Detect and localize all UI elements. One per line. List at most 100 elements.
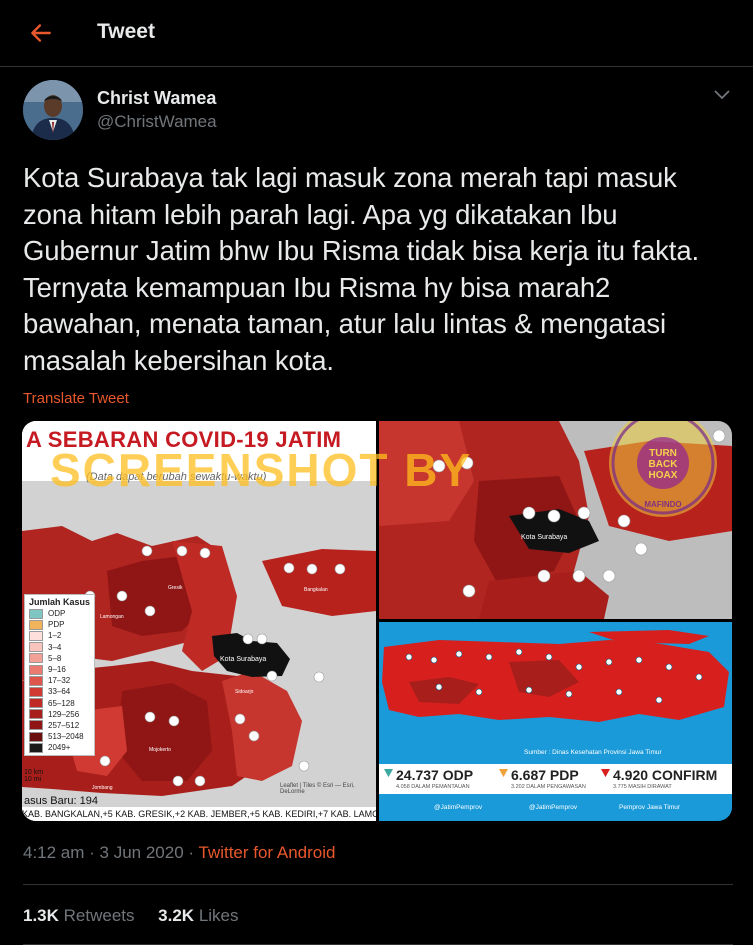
turn-back-hoax-stamp: TURN BACK HOAX MAFINDO: [609, 421, 717, 517]
legend-swatch: [29, 664, 43, 675]
confirm-sub: 3.775 MASIH DIRAWAT: [613, 784, 672, 790]
kasus-baru: asus Baru: 194: [24, 795, 98, 807]
kota-surabaya-label: Kota Surabaya: [220, 656, 266, 663]
svg-text:Mojokerto: Mojokerto: [149, 747, 171, 753]
scale-mi: 10 mi: [24, 776, 42, 783]
map-credit: Leaflet | Tiles © Esri — Esri, DeLorme: [280, 783, 355, 795]
mafindo-logo-icon: TURN BACK HOAX MAFINDO: [611, 421, 715, 515]
social-bar: @JatimPemprov @JatimPemprov Pemprov Jawa…: [379, 794, 732, 821]
media-image-map[interactable]: Kota Surabaya Lamongan Gresik Bangkalan …: [22, 421, 376, 821]
legend-row: 2049+: [29, 742, 90, 753]
legend-row: 3–4: [29, 642, 90, 653]
author-handle[interactable]: @ChristWamea: [97, 112, 217, 132]
legend-swatch: [29, 709, 43, 720]
legend-rows: ODP PDP 1–2 3–4 5–8 9–16 17–32 33–64 65–128 129–2…: [29, 608, 90, 753]
legend-swatch: [29, 619, 43, 630]
case-stats-bar: 24.737 ODP 4.058 DALAM PEMANTAUAN 6.687 …: [379, 764, 732, 794]
legend-row: PDP: [29, 619, 90, 630]
legend-swatch: [29, 686, 43, 697]
chevron-down-icon[interactable]: [713, 88, 731, 102]
legend-label: 1–2: [48, 631, 62, 641]
legend-swatch: [29, 608, 43, 619]
twitter-handle: @JatimPemprov: [529, 804, 578, 811]
legend-label: 65–128: [48, 698, 75, 708]
news-ticker: KAB. BANGKALAN,+5 KAB. GRESIK,+2 KAB. JE…: [22, 807, 376, 821]
likes-label: Likes: [198, 906, 239, 925]
legend-swatch: [29, 720, 43, 731]
back-arrow-icon[interactable]: [28, 20, 54, 46]
tweet-source-link[interactable]: Twitter for Android: [198, 843, 335, 862]
legend-row: 5–8: [29, 653, 90, 664]
legend-label: 513–2048: [48, 732, 84, 742]
likes-stat[interactable]: 3.2K Likes: [158, 906, 238, 925]
down-triangle-icon: [601, 769, 610, 778]
svg-text:Sidoarjo: Sidoarjo: [235, 689, 254, 695]
legend-label: 9–16: [48, 665, 66, 675]
legend-label: 129–256: [48, 709, 80, 719]
pdp-count: 6.687 PDP: [511, 767, 579, 783]
svg-text:Gresik: Gresik: [168, 585, 183, 591]
scale-km: 10 km: [24, 769, 44, 776]
svg-text:Bangkalan: Bangkalan: [304, 587, 328, 593]
legend-label: 33–64: [48, 687, 71, 697]
svg-text:Jombang: Jombang: [92, 785, 113, 791]
tweet-media[interactable]: Kota Surabaya Lamongan Gresik Bangkalan …: [22, 421, 732, 821]
legend-row: 129–256: [29, 709, 90, 720]
svg-text:TURN: TURN: [649, 448, 677, 459]
legend-swatch: [29, 642, 43, 653]
odp-sub: 4.058 DALAM PEMANTAUAN: [396, 784, 470, 790]
legend-swatch: [29, 675, 43, 686]
legend-row: 1–2: [29, 630, 90, 641]
media-image-zoom-map[interactable]: Kota Surabaya TURN BACK HOAX MAFINDO: [379, 421, 732, 619]
zoom-kota-surabaya-label: Kota Surabaya: [521, 534, 567, 541]
map-legend: Jumlah Kasus ODP PDP 1–2 3–4 5–8 9–16 17–32 33–…: [24, 594, 96, 757]
legend-row: 33–64: [29, 686, 90, 697]
jatim-map: [379, 622, 732, 764]
page-title: Tweet: [97, 20, 155, 43]
svg-text:BACK: BACK: [649, 459, 679, 470]
retweets-count: 1.3K: [23, 906, 59, 925]
legend-label: 5–8: [48, 653, 62, 663]
legend-label: ODP: [48, 609, 66, 619]
legend-swatch: [29, 653, 43, 664]
pdp-sub: 3.202 DALAM PENGAWASAN: [511, 784, 586, 790]
legend-title: Jumlah Kasus: [29, 597, 91, 607]
down-triangle-icon: [499, 769, 508, 778]
legend-label: 3–4: [48, 642, 62, 652]
legend-row: ODP: [29, 608, 90, 619]
translate-tweet-link[interactable]: Translate Tweet: [23, 390, 129, 407]
likes-count: 3.2K: [158, 906, 195, 925]
source-note: Sumber : Dinas Kesehatan Provinsi Jawa T…: [524, 749, 662, 756]
legend-swatch: [29, 731, 43, 742]
legend-row: 65–128: [29, 698, 90, 709]
tweet-meta: 4:12 am · 3 Jun 2020 · Twitter for Andro…: [23, 843, 335, 863]
tweet-timestamp[interactable]: 4:12 am · 3 Jun 2020 ·: [23, 843, 198, 862]
tweet-text: Kota Surabaya tak lagi masuk zona merah …: [23, 162, 700, 376]
legend-label: PDP: [48, 620, 65, 630]
instagram-handle: @JatimPemprov: [434, 804, 483, 811]
legend-swatch: [29, 698, 43, 709]
odp-count: 24.737 ODP: [396, 767, 474, 783]
svg-text:HOAX: HOAX: [649, 470, 678, 481]
retweets-label: Retweets: [63, 906, 135, 925]
retweets-stat[interactable]: 1.3K Retweets: [23, 906, 135, 925]
legend-row: 513–2048: [29, 731, 90, 742]
legend-swatch: [29, 630, 43, 641]
svg-text:MAFINDO: MAFINDO: [644, 500, 681, 509]
legend-row: 257–512: [29, 720, 90, 731]
author-name[interactable]: Christ Wamea: [97, 88, 216, 109]
avatar[interactable]: [23, 80, 83, 140]
legend-row: 9–16: [29, 664, 90, 675]
tweet-author: Christ Wamea @ChristWamea: [0, 80, 753, 146]
divider: [23, 884, 733, 885]
top-bar: Tweet: [0, 0, 753, 67]
confirm-count: 4.920 CONFIRM: [613, 767, 718, 783]
down-triangle-icon: [384, 769, 393, 778]
legend-label: 2049+: [48, 743, 71, 753]
map-scale: 10 km 10 mi: [24, 769, 43, 783]
engagement-stats: 1.3K Retweets 3.2K Likes: [23, 906, 239, 926]
legend-swatch: [29, 742, 43, 753]
media-image-infographic[interactable]: Sumber : Dinas Kesehatan Provinsi Jawa T…: [379, 622, 732, 821]
legend-label: 257–512: [48, 720, 80, 730]
avatar-image: [23, 80, 83, 140]
